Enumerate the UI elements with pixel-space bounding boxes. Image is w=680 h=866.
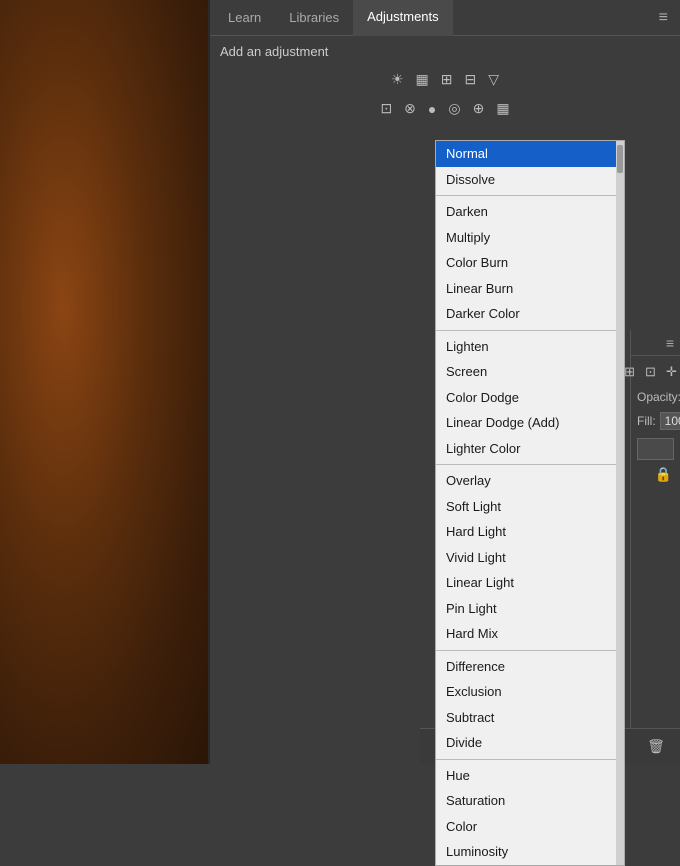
blend-softlight[interactable]: Soft Light [436, 494, 624, 520]
adjustment-icons-row1: ☀ ▦ ⊞ ⊟ ▽ [210, 65, 680, 94]
texture-image [0, 0, 210, 764]
fill-value[interactable]: 100% [660, 412, 680, 430]
opacity-row: Opacity: 100% ▾ [631, 384, 680, 410]
blend-colordodge[interactable]: Color Dodge [436, 385, 624, 411]
separator-2 [436, 330, 624, 331]
lock-icon[interactable]: 🔒 [655, 466, 672, 483]
layers-panel: ≡ ⊞ ⊡ ✛ Opacity: 100% ▾ Fill: 100% ▾ 🔒 [630, 330, 680, 728]
layers-menu-icon[interactable]: ≡ [660, 335, 680, 351]
opacity-label: Opacity: [637, 390, 680, 404]
blend-lighten[interactable]: Lighten [436, 334, 624, 360]
colorbalance-icon[interactable]: ⊗ [401, 98, 419, 119]
delete-icon[interactable]: 🗑 [643, 736, 669, 757]
blend-divide[interactable]: Divide [436, 730, 624, 756]
tab-learn[interactable]: Learn [214, 0, 275, 36]
separator-5 [436, 759, 624, 760]
blend-difference[interactable]: Difference [436, 654, 624, 680]
blend-subtract[interactable]: Subtract [436, 705, 624, 731]
curves-icon[interactable]: ⊞ [438, 69, 456, 90]
blend-mode-dropdown[interactable]: Normal Dissolve Darken Multiply Color Bu… [435, 140, 625, 866]
adjustment-icons-row2: ⊡ ⊗ ● ◎ ⊕ ▦ [210, 94, 680, 123]
layer-name-box[interactable] [637, 438, 674, 460]
blend-hardlight[interactable]: Hard Light [436, 519, 624, 545]
brightness-icon[interactable]: ☀ [388, 69, 407, 90]
fill-label: Fill: [637, 414, 656, 428]
lock-row: 🔒 [631, 464, 680, 485]
blend-darken[interactable]: Darken [436, 199, 624, 225]
blend-lightercolor[interactable]: Lighter Color [436, 436, 624, 462]
blend-linearburn[interactable]: Linear Burn [436, 276, 624, 302]
left-texture-panel [0, 0, 210, 764]
dropdown-scrollbar[interactable] [616, 141, 624, 865]
blend-linearlight[interactable]: Linear Light [436, 570, 624, 596]
blackwhite-icon[interactable]: ● [425, 99, 439, 119]
exposure-icon[interactable]: ⊟ [462, 69, 480, 90]
fill-row: Fill: 100% ▾ [631, 410, 680, 432]
separator-1 [436, 195, 624, 196]
blend-luminosity[interactable]: Luminosity [436, 839, 624, 865]
blend-multiply[interactable]: Multiply [436, 225, 624, 251]
blend-dissolve[interactable]: Dissolve [436, 167, 624, 193]
separator-3 [436, 464, 624, 465]
blend-exclusion[interactable]: Exclusion [436, 679, 624, 705]
lock-position-icon[interactable]: ✛ [666, 364, 677, 380]
panel-header: Add an adjustment [210, 36, 680, 65]
vibrance-icon[interactable]: ▽ [485, 69, 502, 90]
separator-4 [436, 650, 624, 651]
blend-lineardodge[interactable]: Linear Dodge (Add) [436, 410, 624, 436]
hsl-icon[interactable]: ⊡ [377, 98, 395, 119]
blend-darkercolor[interactable]: Darker Color [436, 301, 624, 327]
lock-image-icon[interactable]: ⊡ [645, 364, 656, 380]
blend-hardmix[interactable]: Hard Mix [436, 621, 624, 647]
blend-overlay[interactable]: Overlay [436, 468, 624, 494]
panel-menu-icon[interactable]: ≡ [651, 5, 676, 31]
tab-libraries[interactable]: Libraries [275, 0, 353, 36]
colorlookup-icon[interactable]: ▦ [493, 98, 512, 119]
blend-screen[interactable]: Screen [436, 359, 624, 385]
blend-colorburn[interactable]: Color Burn [436, 250, 624, 276]
layers-panel-header: ≡ [631, 330, 680, 356]
blend-saturation[interactable]: Saturation [436, 788, 624, 814]
channelmixer-icon[interactable]: ⊕ [470, 98, 488, 119]
blend-color[interactable]: Color [436, 814, 624, 840]
tab-bar: Learn Libraries Adjustments ≡ [210, 0, 680, 36]
photofilter-icon[interactable]: ◎ [445, 98, 463, 119]
blend-hue[interactable]: Hue [436, 763, 624, 789]
layer-lock-icons: ⊞ ⊡ ✛ [631, 356, 680, 384]
tab-adjustments[interactable]: Adjustments [353, 0, 453, 36]
blend-vividlight[interactable]: Vivid Light [436, 545, 624, 571]
dropdown-scrollbar-thumb[interactable] [617, 145, 623, 173]
levels-icon[interactable]: ▦ [413, 69, 432, 90]
lock-transparent-icon[interactable]: ⊞ [624, 364, 635, 380]
right-panel: Learn Libraries Adjustments ≡ Add an adj… [210, 0, 680, 764]
blend-normal[interactable]: Normal [436, 141, 624, 167]
blend-pinlight[interactable]: Pin Light [436, 596, 624, 622]
